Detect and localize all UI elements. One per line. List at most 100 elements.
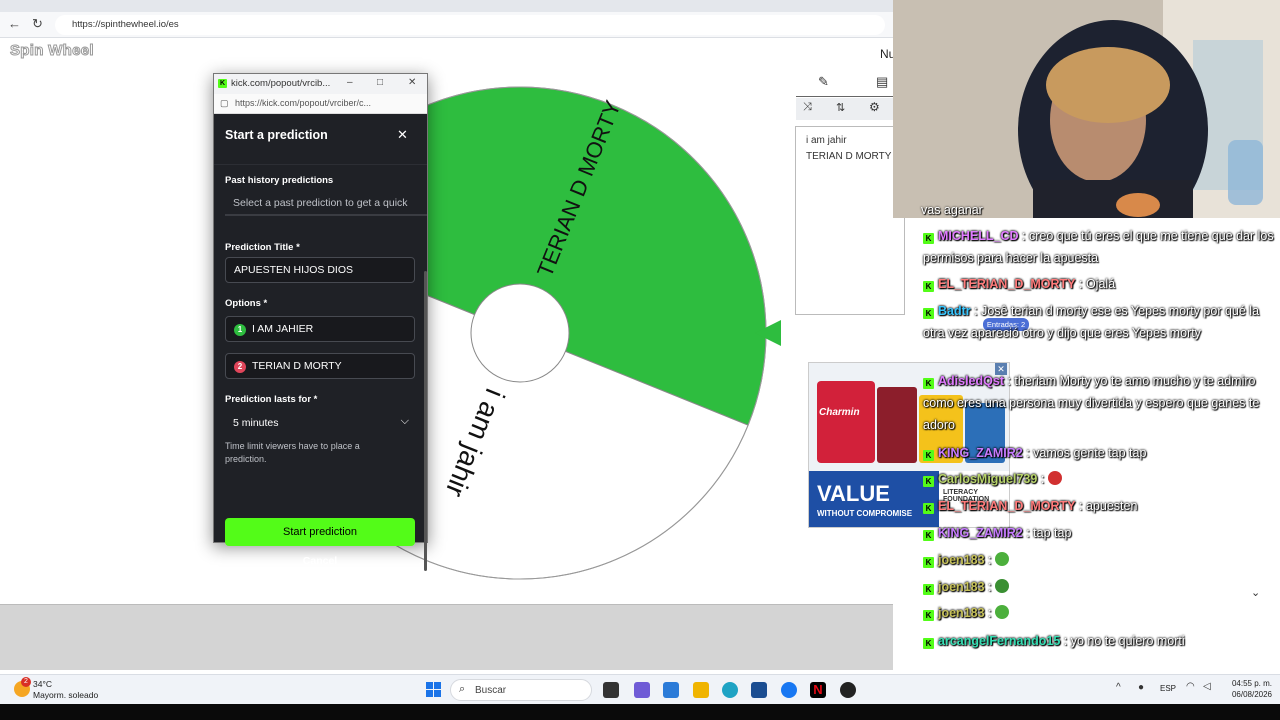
emote-icon — [995, 605, 1010, 619]
chat-text: : tap tap — [1026, 526, 1072, 540]
past-history-select[interactable]: Select a past prediction to get a quick — [225, 190, 427, 216]
chat-username[interactable]: AdisledQst — [938, 374, 1004, 388]
chat-username[interactable]: Badtr — [938, 304, 971, 318]
kick-badge-icon: K — [923, 450, 934, 461]
windows-taskbar: 2 34°C Mayorm. soleado ⌕ Buscar N ^ ● ES… — [0, 674, 1280, 704]
wheel-pointer-icon — [755, 320, 781, 346]
past-history-label: Past history predictions — [225, 175, 334, 186]
shuffle-icon[interactable]: ⤨ — [803, 101, 812, 114]
weather-temp[interactable]: 34°C — [33, 679, 52, 689]
cancel-button[interactable]: Cancel — [294, 555, 346, 571]
language-indicator[interactable]: ESP — [1160, 684, 1176, 693]
option-2-input[interactable]: 2 TERIAN D MORTY — [225, 353, 415, 379]
chat-username[interactable]: MICHELL_CD — [938, 229, 1019, 243]
past-history-placeholder: Select a past prediction to get a quick — [233, 197, 408, 209]
gear-icon[interactable]: ⚙ — [869, 100, 880, 114]
option-2-number-badge: 2 — [234, 361, 246, 373]
pencil-icon[interactable]: ✎ — [818, 74, 829, 90]
clock-date[interactable]: 06/08/2026 — [1226, 690, 1272, 699]
netflix-icon[interactable]: N — [810, 682, 826, 698]
duration-select[interactable]: 5 minutes ⌵ — [225, 410, 415, 436]
chat-text: : — [988, 606, 992, 620]
notification-badge: 2 — [21, 677, 31, 687]
edge-icon[interactable] — [722, 682, 738, 698]
taskbar-search[interactable]: ⌕ Buscar — [450, 679, 592, 701]
wheel-hub[interactable] — [470, 283, 570, 383]
kick-badge-icon: K — [923, 233, 934, 244]
clock-time[interactable]: 04:55 p. m. — [1226, 679, 1272, 688]
outlook-icon[interactable] — [663, 682, 679, 698]
store-icon[interactable] — [751, 682, 767, 698]
maximize-icon[interactable]: □ — [377, 77, 383, 88]
close-icon[interactable]: ✕ — [397, 127, 408, 143]
popup-scrollbar[interactable] — [424, 271, 427, 571]
wheel[interactable]: TERIAN D MORTY i am jahir — [0, 0, 893, 604]
kick-badge-icon: K — [923, 281, 934, 292]
chevron-down-icon: ⌵ — [400, 415, 409, 427]
duration-label: Prediction lasts for * — [225, 394, 318, 405]
entries-textarea[interactable]: i am jahir TERIAN D MORTY — [795, 126, 905, 315]
chat-username[interactable]: joen183 — [938, 553, 985, 567]
search-placeholder: Buscar — [475, 685, 507, 696]
close-window-icon[interactable]: ✕ — [408, 77, 416, 88]
kick-badge-icon: K — [923, 638, 934, 649]
webcam-scene — [893, 0, 1280, 218]
chat-message: Kjoen183 : — [923, 602, 1280, 624]
chevron-up-icon[interactable]: ^ — [1116, 682, 1121, 693]
chat-username[interactable]: arcangelFernando15 — [938, 634, 1060, 648]
wifi-icon[interactable]: ◠ — [1186, 681, 1195, 692]
obs-icon[interactable] — [840, 682, 856, 698]
chat-message: K AdisledQst : theriam Morty yo te amo mu… — [923, 370, 1280, 436]
chat-message: K Badtr : Josê terian d morty ese es Yepe… — [923, 300, 1280, 344]
chat-message: K EL_TERIAN_D_MORTY : Ojalá — [923, 273, 1280, 295]
chat-username[interactable]: EL_TERIAN_D_MORTY — [938, 499, 1076, 513]
ad-brand: Charmin — [819, 407, 860, 418]
webcam-feed: vas aganar — [893, 0, 1280, 218]
emote-icon — [1047, 471, 1062, 485]
lock-icon: ▢ — [220, 98, 229, 108]
chat-username[interactable]: joen183 — [938, 606, 985, 620]
popup-window-title: kick.com/popout/vrcib... — [231, 78, 331, 89]
prediction-title-value: APUESTEN HIJOS DIOS — [234, 264, 354, 276]
chat-username[interactable]: KING_ZAMIR2 — [938, 526, 1023, 540]
chat-text: : Josê terian d morty ese es Yepes morty… — [923, 304, 1260, 340]
kick-badge-icon: K — [923, 503, 934, 514]
prediction-title-input[interactable]: APUESTEN HIJOS DIOS — [225, 257, 415, 283]
prediction-popup-window: K kick.com/popout/vrcib... – □ ✕ ▢ https… — [213, 73, 428, 571]
chat-message: K KING_ZAMIR2 : tap tap — [923, 522, 1280, 544]
screen-bottom-border — [0, 704, 1280, 720]
popup-url-bar[interactable]: ▢ https://kick.com/popout/vrciber/c... — [214, 94, 427, 114]
sort-icon[interactable]: ⇅ — [836, 101, 845, 114]
chat-username[interactable]: joen183 — [938, 580, 985, 594]
minimize-icon[interactable]: – — [347, 77, 353, 88]
chat-text: : — [1040, 472, 1045, 486]
kick-logo-icon: K — [218, 79, 227, 88]
clipboard-icon[interactable]: ▤ — [876, 74, 888, 90]
windows-start-icon[interactable] — [426, 682, 442, 698]
entry-line: i am jahir — [806, 135, 847, 146]
stream-caption: vas aganar — [921, 203, 983, 217]
copilot-icon[interactable] — [634, 682, 650, 698]
chat-message: K MICHELL_CD : creo que tú eres el que me… — [923, 225, 1280, 269]
volume-icon[interactable]: ◁ — [1203, 681, 1211, 692]
chat-message: K CarlosMiguel739 : — [923, 468, 1280, 490]
emote-icon — [995, 579, 1010, 593]
weather-desc[interactable]: Mayorm. soleado — [33, 690, 98, 700]
chat-scroll-down-icon[interactable]: ⌄ — [1251, 586, 1260, 599]
chat-username[interactable]: CarlosMiguel739 — [938, 472, 1037, 486]
task-view-icon[interactable] — [603, 682, 619, 698]
start-prediction-button[interactable]: Start prediction — [225, 518, 415, 546]
kick-badge-icon: K — [923, 584, 934, 595]
emote-icon — [995, 552, 1010, 566]
duration-hint: Time limit viewers have to place a predi… — [225, 441, 360, 464]
kick-badge-icon: K — [923, 610, 934, 621]
option-1-input[interactable]: 1 I AM JAHIER — [225, 316, 415, 342]
microphone-icon[interactable]: ● — [1138, 682, 1144, 693]
chat-username[interactable]: EL_TERIAN_D_MORTY — [938, 277, 1076, 291]
file-explorer-icon[interactable] — [693, 682, 709, 698]
chat-username[interactable]: KING_ZAMIR2 — [938, 446, 1023, 460]
kick-badge-icon: K — [923, 308, 934, 319]
facebook-icon[interactable] — [781, 682, 797, 698]
option-1-value: I AM JAHIER — [252, 323, 314, 335]
chat-message: K KING_ZAMIR2 : vamos gente tap tap — [923, 442, 1280, 464]
